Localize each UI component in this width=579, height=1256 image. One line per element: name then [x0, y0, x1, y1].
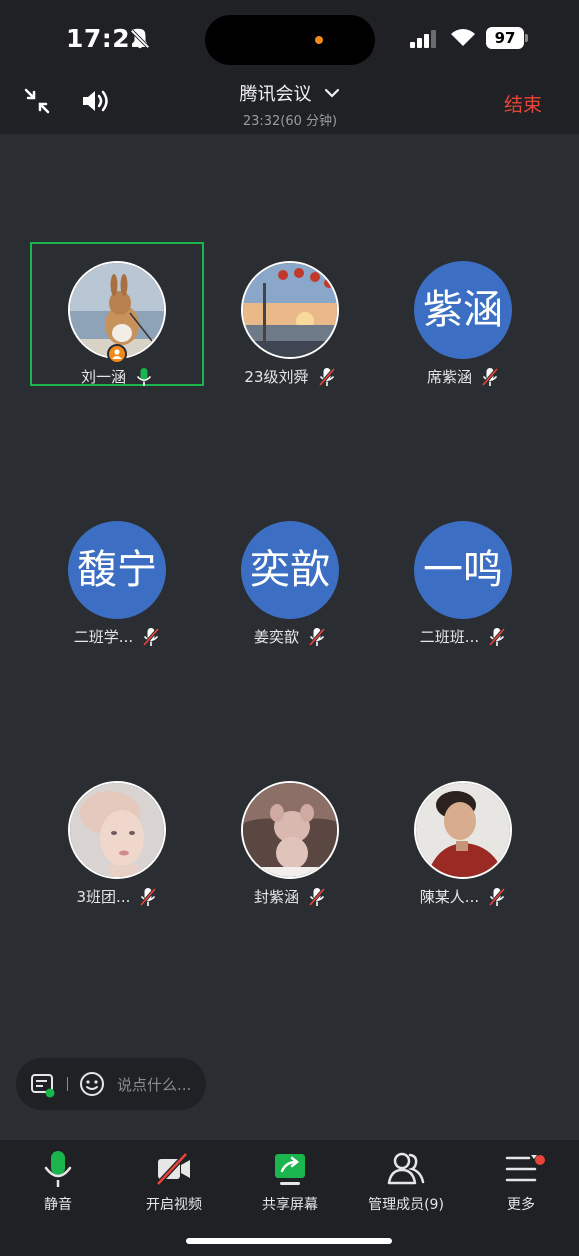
emoji-icon[interactable] [79, 1071, 105, 1097]
wifi-icon [451, 29, 475, 46]
mic-muted-icon [308, 887, 326, 906]
participant-name: 姜奕歆 [253, 628, 299, 646]
manage-members-button[interactable]: 管理成员(9) [348, 1150, 464, 1214]
mic-muted-icon [142, 627, 160, 646]
participant-name-row: 姜奕歆 [205, 626, 375, 647]
meeting-title: 腾讯会议 [239, 84, 312, 105]
share-screen-label: 共享屏幕 [262, 1197, 318, 1213]
participant-tile[interactable]: 一鸣 二班班... [378, 504, 548, 647]
mic-muted-icon [308, 627, 326, 646]
meeting-timer: 23:32(60 分钟) [242, 114, 338, 129]
members-icon [387, 1152, 425, 1185]
dynamic-island [205, 15, 375, 65]
chat-separator [67, 1077, 68, 1091]
cellular-signal-icon [410, 30, 436, 48]
battery-tip [525, 34, 528, 42]
start-video-label: 开启视频 [146, 1197, 202, 1213]
battery-indicator: 97 [486, 27, 528, 49]
mic-muted-icon [481, 367, 499, 386]
speaker-icon[interactable] [80, 87, 112, 115]
meeting-title-button[interactable]: 腾讯会议 [200, 80, 380, 106]
participant-name-row: 封紫涵 [205, 886, 375, 907]
chat-list-icon[interactable] [30, 1072, 56, 1098]
mic-muted-icon [488, 887, 506, 906]
avatar: 紫涵 [414, 261, 512, 359]
share-screen-icon [275, 1154, 305, 1185]
privacy-indicator-dot [315, 36, 323, 44]
participant-name-row: 二班学... [32, 626, 202, 647]
participant-tile[interactable]: 紫涵 席紫涵 [378, 244, 548, 387]
start-video-button[interactable]: 开启视频 [116, 1150, 232, 1214]
participant-name: 3班团... [76, 888, 131, 906]
host-badge-icon [107, 344, 127, 364]
participant-name: 封紫涵 [253, 888, 299, 906]
participant-name: 二班学... [73, 628, 134, 646]
notification-dot [535, 1155, 545, 1165]
meeting-header: 腾讯会议 23:32(60 分钟) 结束 [0, 78, 579, 134]
video-off-icon [156, 1152, 190, 1186]
bell-muted-icon [130, 29, 150, 49]
participant-name: 二班班... [419, 628, 480, 646]
microphone-icon [44, 1151, 72, 1187]
mic-muted-icon [488, 627, 506, 646]
mic-active-icon [136, 367, 152, 386]
participant-tile[interactable]: 3班团... [32, 764, 202, 907]
participant-name: 23级刘舜 [244, 368, 309, 386]
participant-name: 席紫涵 [426, 368, 472, 386]
chat-placeholder[interactable]: 说点什么... [117, 1074, 191, 1095]
avatar: 一鸣 [414, 521, 512, 619]
avatar [68, 781, 166, 879]
participant-tile[interactable]: 陳某人... [378, 764, 548, 907]
participant-tile[interactable]: 封紫涵 [205, 764, 375, 907]
mute-button[interactable]: 静音 [0, 1150, 116, 1214]
avatar: 奕歆 [241, 521, 339, 619]
manage-members-label: 管理成员(9) [368, 1197, 444, 1213]
status-bar: 17:22 97 [0, 0, 579, 78]
participant-tile[interactable]: 馥宁 二班学... [32, 504, 202, 647]
chat-input-bar[interactable]: 说点什么... [16, 1058, 206, 1110]
participant-name: 陳某人... [419, 888, 480, 906]
participant-name-row: 刘一涵 [32, 366, 202, 387]
avatar [241, 781, 339, 879]
minimize-icon[interactable] [23, 87, 51, 115]
avatar [414, 781, 512, 879]
home-indicator[interactable] [186, 1238, 392, 1244]
end-meeting-button[interactable]: 结束 [504, 90, 542, 117]
mic-muted-icon [140, 887, 157, 906]
more-menu-icon [505, 1155, 537, 1182]
more-label: 更多 [507, 1197, 535, 1213]
participant-name: 刘一涵 [80, 368, 126, 386]
participant-tile[interactable]: 刘一涵 [30, 242, 204, 387]
battery-level: 97 [486, 27, 524, 49]
avatar: 馥宁 [68, 521, 166, 619]
chevron-down-icon [324, 88, 339, 98]
share-screen-button[interactable]: 共享屏幕 [232, 1150, 348, 1214]
participant-tile[interactable]: 奕歆 姜奕歆 [205, 504, 375, 647]
participant-name-row: 3班团... [32, 886, 202, 907]
mic-muted-icon [318, 367, 335, 386]
participant-name-row: 陳某人... [378, 886, 548, 907]
mute-label: 静音 [44, 1197, 72, 1213]
avatar [241, 261, 339, 359]
more-button[interactable]: 更多 [463, 1150, 579, 1214]
participant-name-row: 23级刘舜 [205, 366, 375, 387]
participant-tile[interactable]: 23级刘舜 [205, 244, 375, 387]
participant-name-row: 二班班... [378, 626, 548, 647]
participant-name-row: 席紫涵 [378, 366, 548, 387]
